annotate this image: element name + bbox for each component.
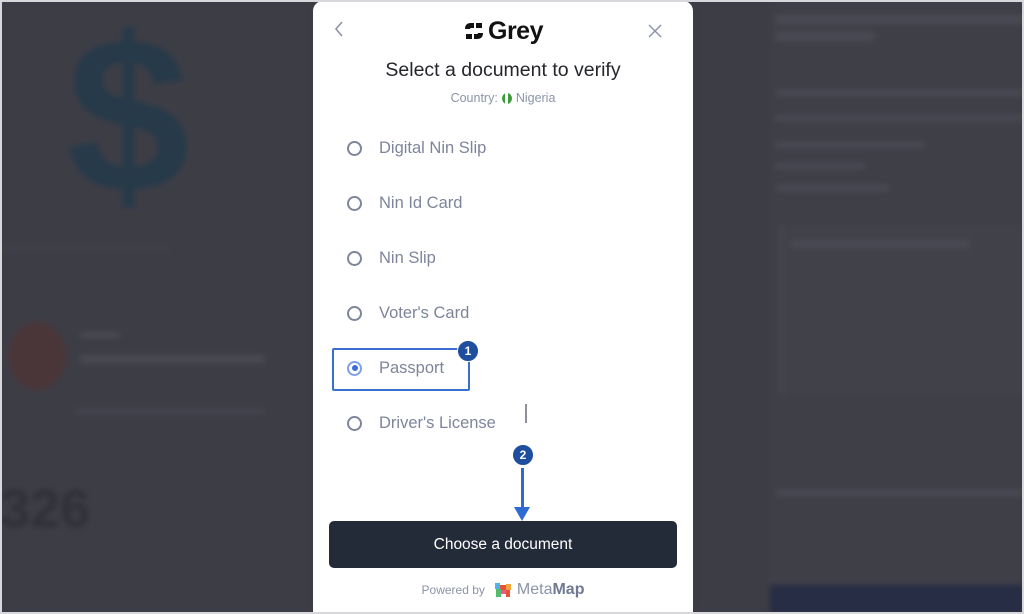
document-option-digital-nin-slip[interactable]: Digital Nin Slip: [345, 130, 486, 166]
option-label: Digital Nin Slip: [379, 138, 487, 157]
background-avatar: [8, 322, 66, 390]
option-label: Nin Slip: [379, 248, 436, 267]
annotation-arrow-shaft: [521, 468, 524, 510]
background-number: 326: [0, 479, 91, 539]
powered-by-footer: Powered by MetaMap: [313, 579, 693, 601]
annotation-step-2-badge: 2: [512, 444, 534, 466]
document-selection-modal: Grey Select a document to verify Country…: [313, 1, 693, 614]
modal-title: Select a document to verify: [385, 59, 621, 81]
metamap-name-bold: Map: [552, 581, 585, 598]
background-text-line: [775, 185, 890, 191]
document-option-voters-card[interactable]: Voter's Card: [345, 295, 469, 331]
choose-document-button[interactable]: Choose a document: [329, 521, 677, 568]
background-text-line: [775, 90, 1024, 96]
close-x-icon: [648, 24, 662, 38]
background-text-line: [75, 410, 265, 413]
background-text-line: [80, 332, 120, 338]
option-label: Nin Id Card: [379, 193, 463, 212]
background-text-line: [775, 15, 1024, 24]
background-note-box: [780, 225, 1024, 395]
background-text-line: [790, 240, 970, 248]
brand-name: Grey: [488, 16, 543, 45]
country-label: Country:: [450, 91, 498, 105]
option-label: Voter's Card: [379, 303, 470, 322]
background-text-line: [775, 163, 865, 169]
background-text-line: [775, 142, 925, 148]
dollar-illustration-icon: $: [66, 0, 190, 238]
text-cursor-icon: [525, 404, 527, 423]
nigeria-flag-icon: [501, 92, 512, 104]
grey-logo-icon: [465, 23, 483, 39]
arrow-down-icon: [514, 507, 530, 521]
background-divider: [0, 248, 170, 250]
background-text-line: [775, 490, 1024, 496]
close-button[interactable]: [643, 19, 667, 43]
metamap-name: MetaMap: [517, 581, 585, 599]
radio-button[interactable]: [347, 140, 362, 156]
background-text-line: [775, 32, 875, 41]
background-text-line: [775, 115, 1024, 121]
metamap-llama-icon: [494, 583, 511, 597]
country-indicator: Country: Nigeria: [313, 91, 693, 105]
annotation-highlight-box: [332, 348, 470, 391]
option-label: Driver's License: [379, 413, 496, 432]
annotation-step-1-badge: 1: [457, 340, 479, 362]
metamap-name-light: Meta: [516, 581, 553, 598]
powered-by-label: Powered by: [421, 583, 485, 597]
document-option-nin-id-card[interactable]: Nin Id Card: [345, 185, 462, 221]
radio-button[interactable]: [347, 305, 362, 321]
background-bottom-bar: [770, 585, 1024, 614]
metamap-logo[interactable]: MetaMap: [493, 581, 585, 599]
document-option-nin-slip[interactable]: Nin Slip: [345, 240, 436, 276]
country-value: Nigeria: [515, 91, 556, 105]
radio-button[interactable]: [347, 415, 362, 431]
radio-button[interactable]: [347, 250, 362, 266]
brand-logo: Grey: [313, 15, 693, 47]
radio-button[interactable]: [347, 195, 362, 211]
document-option-drivers-license[interactable]: Driver's License: [345, 405, 496, 441]
background-text-line: [80, 355, 265, 363]
